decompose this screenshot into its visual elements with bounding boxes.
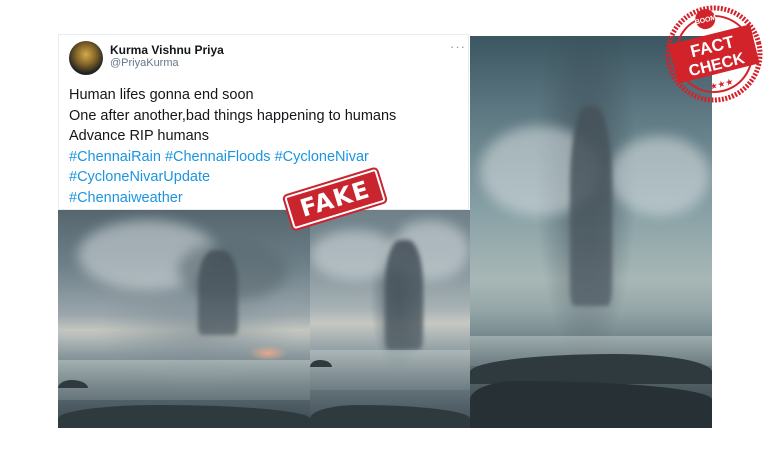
storm-photo-left (58, 210, 310, 428)
hashtag-link[interactable]: #ChennaiFloods (165, 149, 271, 165)
avatar[interactable] (69, 41, 103, 75)
tweet-line: One after another,bad things happening t… (69, 107, 397, 124)
hashtag-line: #ChennaiRain #ChennaiFloods #CycloneNiva… (69, 147, 464, 168)
fact-check-graphic: Kurma Vishnu Priya @PriyaKurma ··· Human… (0, 0, 770, 462)
hashtag-link[interactable]: #CycloneNivarUpdate (69, 169, 210, 185)
tweet-line: Human lifes gonna end soon (69, 87, 254, 103)
hashtag-line: #CycloneNivarUpdate (69, 167, 464, 188)
hashtag-link[interactable]: #CycloneNivar (275, 149, 369, 165)
author-name[interactable]: Kurma Vishnu Priya (110, 43, 224, 57)
more-options-icon[interactable]: ··· (450, 40, 466, 53)
hashtag-line: #Chennaiweather (69, 188, 464, 209)
hashtag-link[interactable]: #ChennaiRain (69, 149, 161, 165)
storm-photo-middle (310, 210, 470, 428)
tweet-card: Kurma Vishnu Priya @PriyaKurma ··· Human… (58, 34, 469, 210)
tweet-line: Advance RIP humans (69, 128, 209, 144)
tweet-text: Human lifes gonna end soon One after ano… (69, 85, 464, 208)
hashtag-link[interactable]: #Chennaiweather (69, 190, 183, 206)
author-handle[interactable]: @PriyaKurma (110, 57, 179, 69)
